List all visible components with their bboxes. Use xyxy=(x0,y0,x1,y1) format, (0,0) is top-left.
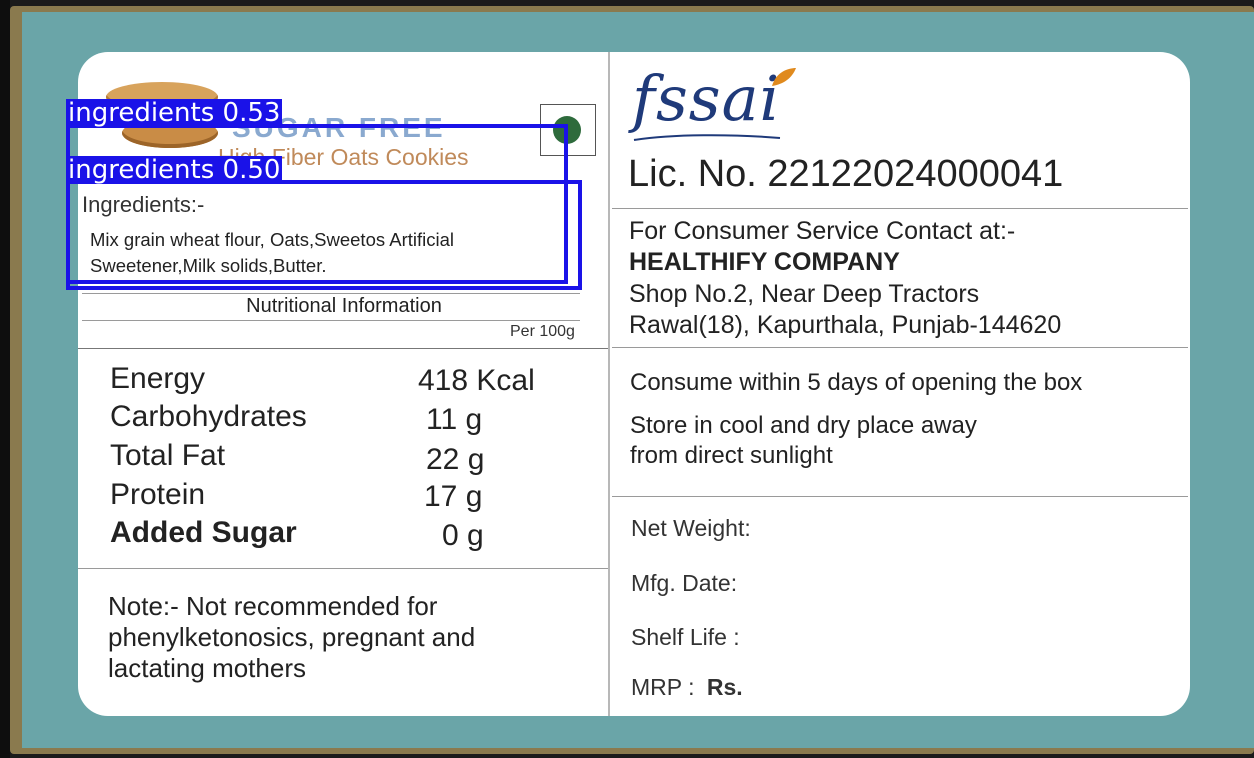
mrp-row: MRP : Rs. xyxy=(631,674,743,701)
fssai-logo-text: fssai xyxy=(632,62,781,135)
center-divider xyxy=(608,52,610,716)
nutrition-name-energy: Energy xyxy=(110,362,206,395)
fssai-logo: fssai xyxy=(632,62,780,135)
address-line-2: Rawal(18), Kapurthala, Punjab-144620 xyxy=(629,311,1062,339)
divider-ingredients xyxy=(82,293,580,294)
divider-nutri-header xyxy=(78,348,608,349)
nutrition-name-protein: Protein xyxy=(110,478,206,511)
address-line-1: Shop No.2, Near Deep Tractors xyxy=(629,280,980,308)
nutrition-name-total-fat: Total Fat xyxy=(110,439,226,472)
shelf-life-label: Shelf Life : xyxy=(631,624,740,650)
mrp-label: MRP : xyxy=(631,674,695,700)
screen-edge xyxy=(0,0,10,758)
nutrition-value-energy: 418 Kcal xyxy=(418,364,535,397)
nutrition-name-carbohydrates: Carbohydrates xyxy=(110,400,307,433)
nutrition-value-protein: 17 g xyxy=(424,480,483,513)
contact-heading: For Consumer Service Contact at:- xyxy=(629,217,1016,245)
note-line: lactating mothers xyxy=(108,653,306,683)
fssai-underline-icon xyxy=(633,134,781,141)
mfg-date-label: Mfg. Date: xyxy=(631,570,738,596)
note-line: phenylketonosics, pregnant and xyxy=(108,622,476,652)
note-line: Note:- Not recommended for xyxy=(108,591,438,621)
nutrition-name-added-sugar: Added Sugar xyxy=(110,516,297,549)
detection-label-1: ingredients 0.53 xyxy=(66,98,283,128)
divider-license xyxy=(612,208,1188,209)
license-number: Lic. No. 22122024000041 xyxy=(628,153,1064,195)
fssai-leaf-icon xyxy=(772,68,796,86)
store-instruction-2: from direct sunlight xyxy=(630,442,833,469)
nutrition-value-carbohydrates: 11 g xyxy=(426,403,483,436)
nutrition-value-total-fat: 22 g xyxy=(426,443,485,476)
detection-label-2: ingredients 0.50 xyxy=(66,155,283,185)
divider-nutri-title xyxy=(82,320,580,321)
nutrition-title: Nutritional Information xyxy=(246,295,442,317)
store-instruction-1: Store in cool and dry place away xyxy=(630,412,977,439)
company-name: HEALTHIFY COMPANY xyxy=(629,248,900,276)
divider-contact xyxy=(612,347,1188,348)
nutrition-per: Per 100g xyxy=(510,323,575,340)
mrp-value: Rs. xyxy=(706,674,743,700)
detection-box-ingredients-2 xyxy=(66,180,582,290)
net-weight-label: Net Weight: xyxy=(631,515,751,541)
divider-storage xyxy=(612,496,1188,497)
divider-note xyxy=(78,568,608,569)
consume-instruction: Consume within 5 days of opening the box xyxy=(630,369,1083,396)
nutrition-value-added-sugar: 0 g xyxy=(442,519,484,552)
note-text: Note:- Not recommended for phenylketonos… xyxy=(108,591,578,684)
